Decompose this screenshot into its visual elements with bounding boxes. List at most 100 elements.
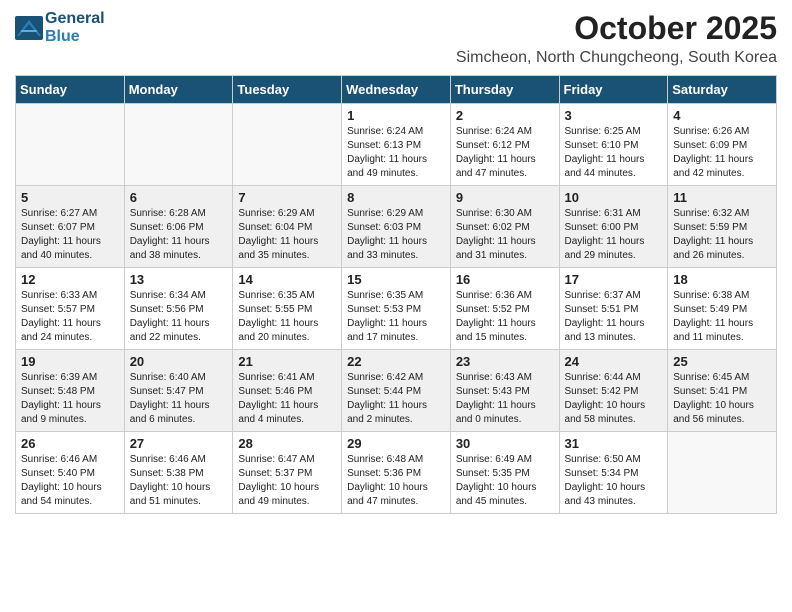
cell-daylight-info: Sunrise: 6:46 AM Sunset: 5:40 PM Dayligh… [21,453,119,509]
cell-daylight-info: Sunrise: 6:47 AM Sunset: 5:37 PM Dayligh… [238,453,336,509]
day-number: 3 [565,108,663,123]
title-block: October 2025 Simcheon, North Chungcheong… [456,10,777,67]
logo-icon [15,16,43,40]
cell-daylight-info: Sunrise: 6:28 AM Sunset: 6:06 PM Dayligh… [130,207,228,263]
weekday-header-thursday: Thursday [450,76,559,104]
calendar-cell: 26 Sunrise: 6:46 AM Sunset: 5:40 PM Dayli… [16,432,125,514]
calendar-cell: 31Sunrise: 6:50 AM Sunset: 5:34 PM Dayli… [559,432,668,514]
calendar-cell: 20Sunrise: 6:40 AM Sunset: 5:47 PM Dayli… [124,350,233,432]
calendar-table: SundayMondayTuesdayWednesdayThursdayFrid… [15,75,777,514]
cell-daylight-info: Sunrise: 6:24 AM Sunset: 6:12 PM Dayligh… [456,125,554,181]
cell-daylight-info: Sunrise: 6:43 AM Sunset: 5:43 PM Dayligh… [456,371,554,427]
cell-daylight-info: Sunrise: 6:26 AM Sunset: 6:09 PM Dayligh… [673,125,771,181]
calendar-cell: 23Sunrise: 6:43 AM Sunset: 5:43 PM Dayli… [450,350,559,432]
cell-daylight-info: Sunrise: 6:27 AM Sunset: 6:07 PM Dayligh… [21,207,119,263]
calendar-cell: 10 Sunrise: 6:31 AM Sunset: 6:00 PM Dayli… [559,186,668,268]
location-title: Simcheon, North Chungcheong, South Korea [456,49,777,67]
cell-daylight-info: Sunrise: 6:31 AM Sunset: 6:00 PM Dayligh… [565,207,663,263]
calendar-cell [668,432,777,514]
calendar-week-row: 26 Sunrise: 6:46 AM Sunset: 5:40 PM Dayli… [16,432,777,514]
calendar-cell: 21 Sunrise: 6:41 AM Sunset: 5:46 PM Dayli… [233,350,342,432]
day-number: 7 [238,190,336,205]
calendar-cell: 27 Sunrise: 6:46 AM Sunset: 5:38 PM Dayli… [124,432,233,514]
day-number: 10 [565,190,663,205]
day-number: 5 [21,190,119,205]
month-title: October 2025 [456,10,777,47]
day-number: 11 [673,190,771,205]
calendar-week-row: 12 Sunrise: 6:33 AM Sunset: 5:57 PM Dayli… [16,268,777,350]
weekday-header-row: SundayMondayTuesdayWednesdayThursdayFrid… [16,76,777,104]
weekday-header-sunday: Sunday [16,76,125,104]
cell-daylight-info: Sunrise: 6:44 AM Sunset: 5:42 PM Dayligh… [565,371,663,427]
day-number: 20 [130,354,228,369]
calendar-cell: 19 Sunrise: 6:39 AM Sunset: 5:48 PM Dayli… [16,350,125,432]
day-number: 12 [21,272,119,287]
cell-daylight-info: Sunrise: 6:39 AM Sunset: 5:48 PM Dayligh… [21,371,119,427]
cell-daylight-info: Sunrise: 6:49 AM Sunset: 5:35 PM Dayligh… [456,453,554,509]
day-number: 25 [673,354,771,369]
day-number: 26 [21,436,119,451]
calendar-cell [16,104,125,186]
weekday-header-tuesday: Tuesday [233,76,342,104]
calendar-cell: 28 Sunrise: 6:47 AM Sunset: 5:37 PM Dayli… [233,432,342,514]
day-number: 19 [21,354,119,369]
page-header: General Blue October 2025 Simcheon, Nort… [15,10,777,67]
calendar-cell: 25 Sunrise: 6:45 AM Sunset: 5:41 PM Dayli… [668,350,777,432]
weekday-header-saturday: Saturday [668,76,777,104]
day-number: 15 [347,272,445,287]
day-number: 6 [130,190,228,205]
calendar-cell: 18 Sunrise: 6:38 AM Sunset: 5:49 PM Dayli… [668,268,777,350]
cell-daylight-info: Sunrise: 6:34 AM Sunset: 5:56 PM Dayligh… [130,289,228,345]
calendar-week-row: 5 Sunrise: 6:27 AM Sunset: 6:07 PM Daylig… [16,186,777,268]
cell-daylight-info: Sunrise: 6:41 AM Sunset: 5:46 PM Dayligh… [238,371,336,427]
day-number: 18 [673,272,771,287]
weekday-header-wednesday: Wednesday [342,76,451,104]
calendar-cell: 29Sunrise: 6:48 AM Sunset: 5:36 PM Dayli… [342,432,451,514]
calendar-cell: 6 Sunrise: 6:28 AM Sunset: 6:06 PM Daylig… [124,186,233,268]
calendar-cell: 7 Sunrise: 6:29 AM Sunset: 6:04 PM Daylig… [233,186,342,268]
cell-daylight-info: Sunrise: 6:46 AM Sunset: 5:38 PM Dayligh… [130,453,228,509]
day-number: 2 [456,108,554,123]
cell-daylight-info: Sunrise: 6:35 AM Sunset: 5:55 PM Dayligh… [238,289,336,345]
day-number: 4 [673,108,771,123]
calendar-cell [124,104,233,186]
calendar-cell: 11 Sunrise: 6:32 AM Sunset: 5:59 PM Dayli… [668,186,777,268]
day-number: 9 [456,190,554,205]
cell-daylight-info: Sunrise: 6:50 AM Sunset: 5:34 PM Dayligh… [565,453,663,509]
cell-daylight-info: Sunrise: 6:36 AM Sunset: 5:52 PM Dayligh… [456,289,554,345]
calendar-cell: 2 Sunrise: 6:24 AM Sunset: 6:12 PM Daylig… [450,104,559,186]
calendar-cell: 16 Sunrise: 6:36 AM Sunset: 5:52 PM Dayli… [450,268,559,350]
cell-daylight-info: Sunrise: 6:29 AM Sunset: 6:04 PM Dayligh… [238,207,336,263]
calendar-cell: 1 Sunrise: 6:24 AM Sunset: 6:13 PM Daylig… [342,104,451,186]
cell-daylight-info: Sunrise: 6:38 AM Sunset: 5:49 PM Dayligh… [673,289,771,345]
day-number: 22 [347,354,445,369]
day-number: 17 [565,272,663,287]
day-number: 24 [565,354,663,369]
day-number: 8 [347,190,445,205]
calendar-cell: 22 Sunrise: 6:42 AM Sunset: 5:44 PM Dayli… [342,350,451,432]
day-number: 30 [456,436,554,451]
calendar-week-row: 1 Sunrise: 6:24 AM Sunset: 6:13 PM Daylig… [16,104,777,186]
day-number: 16 [456,272,554,287]
cell-daylight-info: Sunrise: 6:37 AM Sunset: 5:51 PM Dayligh… [565,289,663,345]
calendar-cell: 9 Sunrise: 6:30 AM Sunset: 6:02 PM Daylig… [450,186,559,268]
cell-daylight-info: Sunrise: 6:45 AM Sunset: 5:41 PM Dayligh… [673,371,771,427]
day-number: 1 [347,108,445,123]
day-number: 13 [130,272,228,287]
cell-daylight-info: Sunrise: 6:33 AM Sunset: 5:57 PM Dayligh… [21,289,119,345]
calendar-cell: 12 Sunrise: 6:33 AM Sunset: 5:57 PM Dayli… [16,268,125,350]
day-number: 27 [130,436,228,451]
cell-daylight-info: Sunrise: 6:32 AM Sunset: 5:59 PM Dayligh… [673,207,771,263]
day-number: 21 [238,354,336,369]
day-number: 28 [238,436,336,451]
calendar-cell: 30 Sunrise: 6:49 AM Sunset: 5:35 PM Dayli… [450,432,559,514]
cell-daylight-info: Sunrise: 6:24 AM Sunset: 6:13 PM Dayligh… [347,125,445,181]
logo-text: General Blue [45,10,105,45]
weekday-header-monday: Monday [124,76,233,104]
cell-daylight-info: Sunrise: 6:30 AM Sunset: 6:02 PM Dayligh… [456,207,554,263]
calendar-cell: 8Sunrise: 6:29 AM Sunset: 6:03 PM Daylig… [342,186,451,268]
calendar-week-row: 19 Sunrise: 6:39 AM Sunset: 5:48 PM Dayli… [16,350,777,432]
calendar-cell: 13 Sunrise: 6:34 AM Sunset: 5:56 PM Dayli… [124,268,233,350]
day-number: 14 [238,272,336,287]
cell-daylight-info: Sunrise: 6:42 AM Sunset: 5:44 PM Dayligh… [347,371,445,427]
